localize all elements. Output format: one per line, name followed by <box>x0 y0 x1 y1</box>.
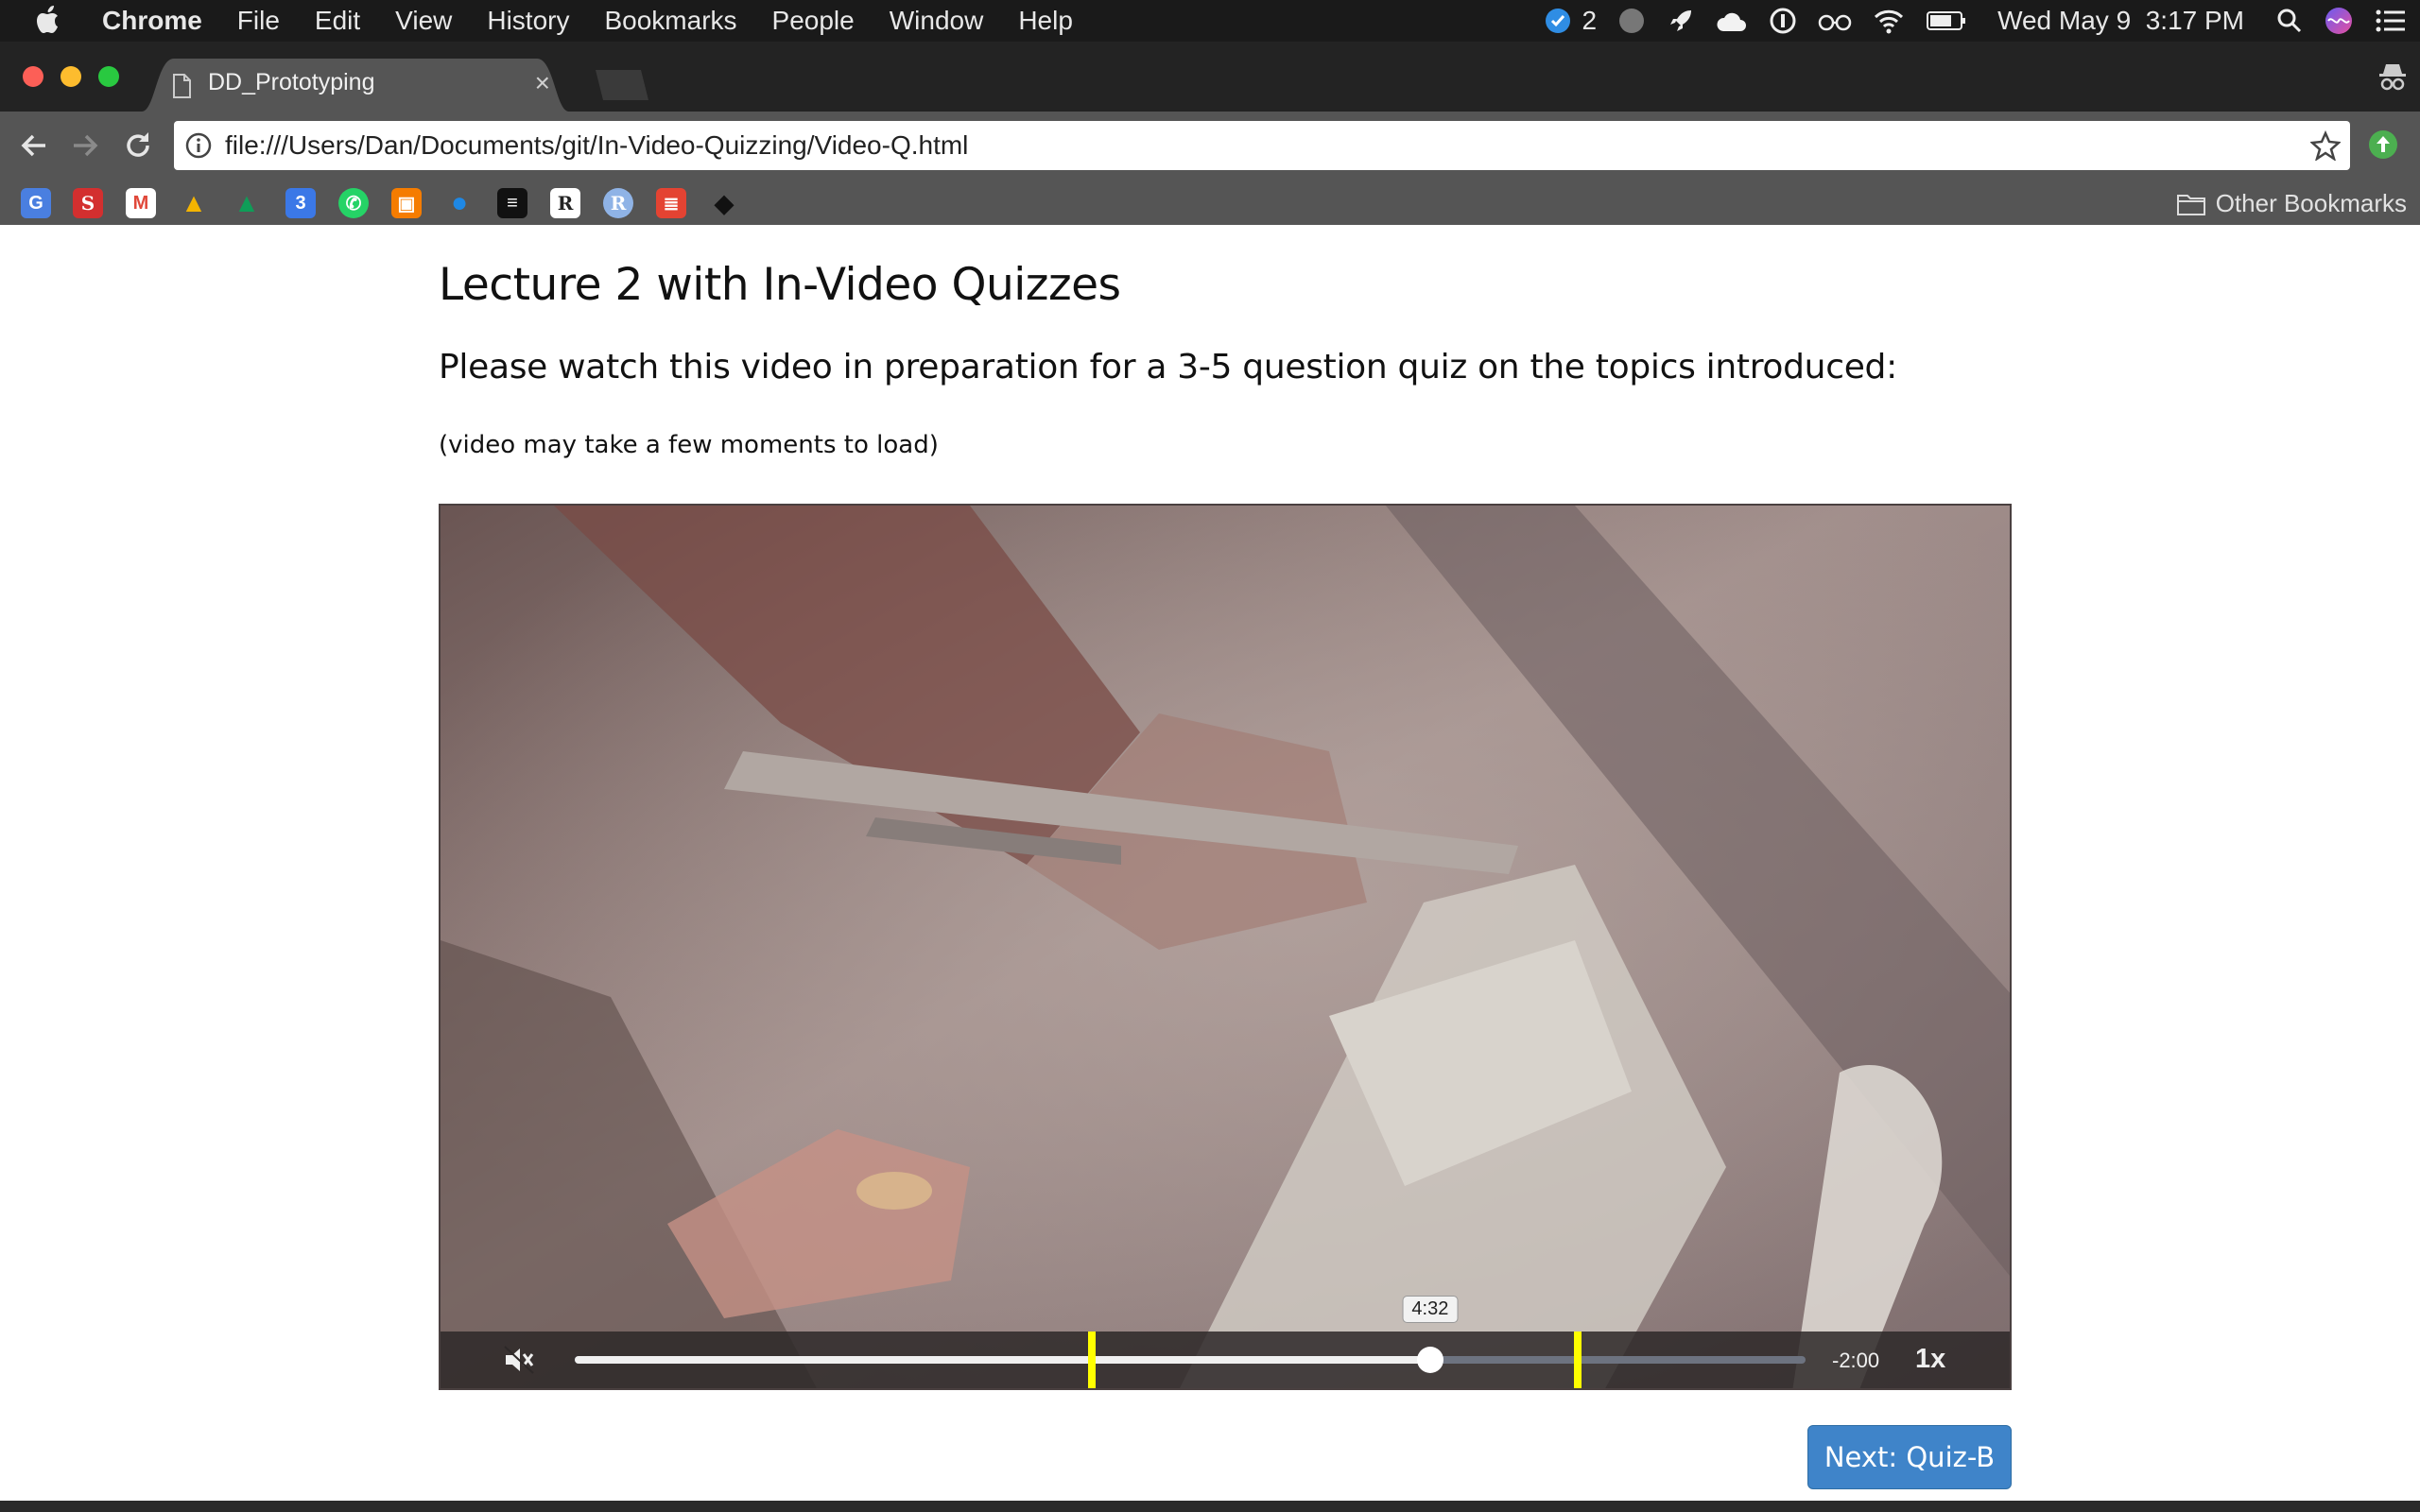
hover-time-tooltip: 4:32 <box>1402 1296 1459 1323</box>
menu-file[interactable]: File <box>237 6 280 36</box>
apple-icon[interactable] <box>36 5 62 35</box>
other-bookmarks-label: Other Bookmarks <box>2215 189 2407 217</box>
video-frame <box>441 506 2010 1388</box>
battery-icon[interactable] <box>1926 9 1967 32</box>
video-player[interactable]: 4:32 -2:00 1x <box>439 504 2012 1390</box>
info-icon[interactable] <box>185 132 212 159</box>
video-progress-track[interactable]: 4:32 <box>575 1296 1806 1388</box>
blue-badge-icon[interactable] <box>1544 7 1572 35</box>
tab-strip: DD_Prototyping × <box>0 42 2420 112</box>
quiz-marker[interactable] <box>1574 1332 1582 1388</box>
menu-app-name[interactable]: Chrome <box>102 6 202 36</box>
gray-dot-icon[interactable] <box>1617 7 1646 35</box>
page-instructions: Please watch this video in preparation f… <box>439 348 1897 387</box>
bookmarks-bar: G S M ▲ ▲ 3 ✆ ▣ ● ≡ R R ≣ ◆ Other Bookma… <box>0 181 2420 225</box>
back-arrow-icon[interactable] <box>17 129 51 163</box>
glasses-icon[interactable] <box>1818 9 1852 32</box>
blue-dot-icon[interactable]: ● <box>444 187 475 218</box>
incognito-icon <box>2378 60 2407 93</box>
video-controls: 4:32 -2:00 1x <box>441 1296 2010 1388</box>
video-progress-thumb[interactable] <box>1416 1347 1443 1373</box>
gmail-icon[interactable]: M <box>126 188 156 218</box>
menu-window[interactable]: Window <box>890 6 984 36</box>
menu-help[interactable]: Help <box>1018 6 1073 36</box>
mute-icon[interactable] <box>503 1345 535 1375</box>
menu-view[interactable]: View <box>395 6 452 36</box>
google-translate-icon[interactable]: G <box>21 188 51 218</box>
todoist-icon[interactable]: ≣ <box>656 188 686 218</box>
wifi-icon[interactable] <box>1873 8 1905 34</box>
folder-icon <box>2176 194 2205 215</box>
window-close-button[interactable] <box>23 66 43 87</box>
macos-menu-bar: Chrome File Edit View History Bookmarks … <box>0 0 2420 42</box>
menu-people[interactable]: People <box>772 6 855 36</box>
desktop-edge <box>0 1501 2420 1512</box>
whatsapp-icon[interactable]: ✆ <box>338 188 369 218</box>
siri-icon[interactable] <box>2324 6 2354 36</box>
time-remaining: -2:00 <box>1832 1349 1880 1372</box>
other-bookmarks[interactable]: Other Bookmarks <box>2176 189 2407 218</box>
orange-app-icon[interactable]: ▣ <box>391 188 422 218</box>
video-progress-fill <box>575 1356 1430 1364</box>
s-bookmark-icon[interactable]: S <box>73 188 103 218</box>
browser-toolbar: file:///Users/Dan/Documents/git/In-Video… <box>0 112 2420 181</box>
rocket-icon[interactable] <box>1667 7 1695 35</box>
quiz-marker[interactable] <box>1087 1332 1096 1388</box>
loading-note: (video may take a few moments to load) <box>439 431 939 459</box>
1password-icon[interactable] <box>1769 7 1797 35</box>
menu-history[interactable]: History <box>487 6 569 36</box>
web-page: Lecture 2 with In-Video Quizzes Please w… <box>0 225 2420 1501</box>
r-circle-icon[interactable]: R <box>603 188 633 218</box>
address-bar[interactable]: file:///Users/Dan/Documents/git/In-Video… <box>174 121 2350 170</box>
datetime[interactable]: Wed May 9 3:17 PM <box>1997 6 2244 36</box>
chrome-update-icon[interactable] <box>2367 129 2399 161</box>
tab-close-icon[interactable]: × <box>535 68 550 98</box>
google-calendar-icon[interactable]: 3 <box>285 188 316 218</box>
forward-arrow-icon[interactable] <box>68 129 102 163</box>
search-icon[interactable] <box>2276 8 2303 34</box>
new-tab-button[interactable] <box>588 70 648 100</box>
r-docs-icon[interactable]: R <box>550 188 580 218</box>
window-zoom-button[interactable] <box>98 66 119 87</box>
page-title: Lecture 2 with In-Video Quizzes <box>439 259 1121 311</box>
tab-title: DD_Prototyping <box>208 69 375 95</box>
tab-dd-prototyping[interactable]: DD_Prototyping × <box>142 59 569 112</box>
window-minimize-button[interactable] <box>60 66 81 87</box>
google-drive-icon[interactable]: ▲ <box>179 188 209 218</box>
menu-list-icon[interactable] <box>2375 9 2407 33</box>
menu-bookmarks[interactable]: Bookmarks <box>604 6 736 36</box>
medium-icon[interactable]: ≡ <box>497 188 527 218</box>
bookmark-star-icon[interactable] <box>2310 130 2341 161</box>
notification-count: 2 <box>1582 6 1598 35</box>
pen-nib-icon[interactable]: ◆ <box>709 188 739 218</box>
url-text[interactable]: file:///Users/Dan/Documents/git/In-Video… <box>225 130 968 161</box>
next-quiz-button[interactable]: Next: Quiz-B <box>1807 1425 2012 1489</box>
google-drive-icon-2[interactable]: ▲ <box>232 188 262 218</box>
reload-icon[interactable] <box>121 129 155 163</box>
playback-speed-button[interactable]: 1x <box>1915 1344 1945 1375</box>
document-icon <box>172 74 191 98</box>
cloud-icon[interactable] <box>1716 7 1748 35</box>
menu-edit[interactable]: Edit <box>315 6 360 36</box>
